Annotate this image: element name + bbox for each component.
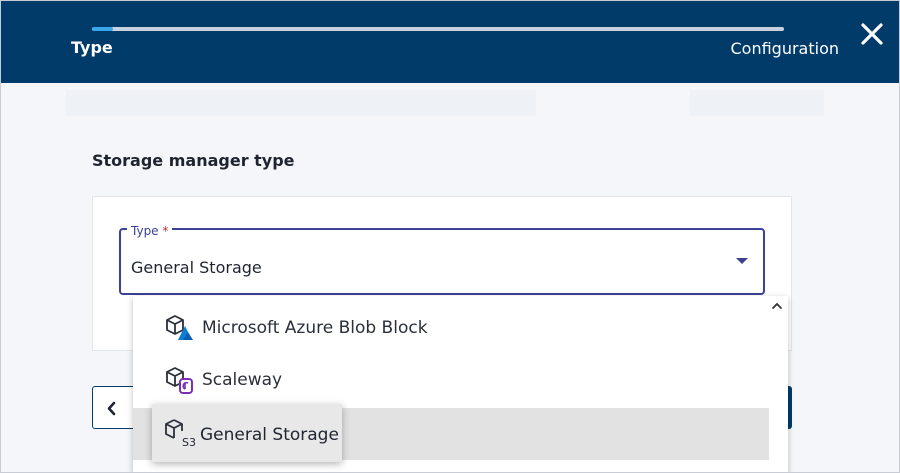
option-label: General Storage xyxy=(200,425,339,445)
close-icon xyxy=(861,23,883,45)
option-label: Scaleway xyxy=(202,370,283,390)
progress-fill xyxy=(92,27,113,31)
step-type[interactable]: Type xyxy=(71,38,113,57)
dropdown-option-azure[interactable]: Microsoft Azure Blob Block xyxy=(133,304,769,356)
dropdown-option-scaleway[interactable]: Scaleway xyxy=(133,356,769,408)
scaleway-storage-icon xyxy=(166,367,193,394)
azure-storage-icon xyxy=(166,315,193,340)
chevron-up-icon xyxy=(772,302,782,309)
type-field-label: Type * xyxy=(127,224,173,238)
close-button[interactable] xyxy=(858,20,886,48)
section-title: Storage manager type xyxy=(92,151,295,170)
step-configuration[interactable]: Configuration xyxy=(730,39,839,58)
wizard-header: Type Configuration xyxy=(0,0,900,83)
background-strip xyxy=(66,90,536,116)
dragged-option-general-storage[interactable]: S3 General Storage xyxy=(152,404,342,462)
required-mark: * xyxy=(162,224,169,238)
type-label-text: Type xyxy=(131,224,159,238)
progress-track xyxy=(92,27,784,31)
s3-badge: S3 xyxy=(182,436,196,448)
type-select-value: General Storage xyxy=(131,258,262,277)
option-label: Microsoft Azure Blob Block xyxy=(202,318,428,338)
back-button[interactable] xyxy=(92,386,138,429)
background-strip xyxy=(690,90,824,116)
scroll-up-button[interactable] xyxy=(770,298,784,312)
s3-storage-icon: S3 xyxy=(165,419,196,448)
caret-down-icon[interactable] xyxy=(736,258,748,264)
